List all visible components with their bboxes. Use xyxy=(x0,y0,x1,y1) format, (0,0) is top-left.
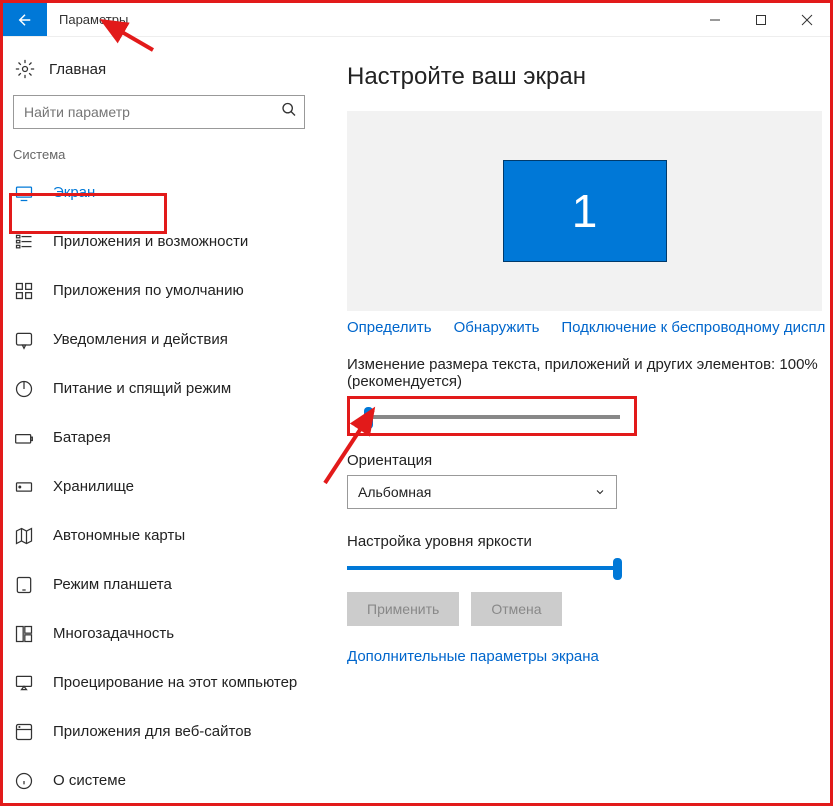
sidebar-item-2[interactable]: Приложения по умолчанию xyxy=(3,266,323,315)
cancel-button[interactable]: Отмена xyxy=(471,592,561,626)
sidebar-item-12[interactable]: О системе xyxy=(3,756,323,805)
sidebar-item-label: Экран xyxy=(53,184,95,201)
minimize-button[interactable] xyxy=(692,3,738,36)
main-panel: Настройте ваш экран 1 Определить Обнаруж… xyxy=(323,37,830,803)
brightness-label: Настройка уровня яркости xyxy=(347,533,822,550)
sidebar-item-11[interactable]: Приложения для веб-сайтов xyxy=(3,707,323,756)
apps-icon xyxy=(13,232,35,252)
back-button[interactable] xyxy=(3,3,47,36)
sidebar-item-label: Автономные карты xyxy=(53,527,185,544)
sidebar-item-label: Режим планшета xyxy=(53,576,172,593)
sidebar-item-label: Приложения по умолчанию xyxy=(53,282,244,299)
notifications-icon xyxy=(13,330,35,350)
sidebar: Главная Система Экран Приложения и возмож… xyxy=(3,37,323,803)
sidebar-item-label: Хранилище xyxy=(53,478,134,495)
search-input[interactable] xyxy=(13,95,305,129)
monitor-number: 1 xyxy=(572,184,598,238)
sidebar-item-0[interactable]: Экран xyxy=(3,168,323,217)
window-title: Параметры xyxy=(47,3,140,36)
brightness-slider-thumb[interactable] xyxy=(613,558,622,580)
sidebar-item-label: О системе xyxy=(53,772,126,789)
maps-icon xyxy=(13,526,35,546)
multitask-icon xyxy=(13,624,35,644)
display-icon xyxy=(13,183,35,203)
advanced-display-link[interactable]: Дополнительные параметры экрана xyxy=(347,648,599,665)
gear-icon xyxy=(13,59,37,79)
page-title: Настройте ваш экран xyxy=(347,63,822,91)
brightness-slider[interactable] xyxy=(347,566,622,570)
sidebar-item-5[interactable]: Батарея xyxy=(3,413,323,462)
sidebar-item-10[interactable]: Проецирование на этот компьютер xyxy=(3,658,323,707)
orientation-dropdown[interactable]: Альбомная xyxy=(347,475,617,509)
display-arrangement[interactable]: 1 xyxy=(347,111,822,311)
sidebar-item-8[interactable]: Режим планшета xyxy=(3,560,323,609)
titlebar: Параметры xyxy=(3,3,830,37)
battery-icon xyxy=(13,428,35,448)
sidebar-item-label: Питание и спящий режим xyxy=(53,380,231,397)
sidebar-item-label: Приложения для веб-сайтов xyxy=(53,723,252,740)
arrow-left-icon xyxy=(16,11,34,29)
power-icon xyxy=(13,379,35,399)
discover-link[interactable]: Обнаружить xyxy=(454,319,540,336)
scale-slider[interactable] xyxy=(364,415,620,419)
home-link[interactable]: Главная xyxy=(3,55,323,95)
tablet-icon xyxy=(13,575,35,595)
monitor-tile-1[interactable]: 1 xyxy=(503,160,667,262)
sidebar-item-label: Уведомления и действия xyxy=(53,331,228,348)
sidebar-item-label: Батарея xyxy=(53,429,111,446)
apply-button[interactable]: Применить xyxy=(347,592,459,626)
section-label: Система xyxy=(3,143,323,168)
sidebar-item-7[interactable]: Автономные карты xyxy=(3,511,323,560)
defaults-icon xyxy=(13,281,35,301)
detect-link[interactable]: Определить xyxy=(347,319,432,336)
search-icon xyxy=(281,102,297,123)
scale-slider-thumb[interactable] xyxy=(364,407,373,429)
project-icon xyxy=(13,673,35,693)
sidebar-item-6[interactable]: Хранилище xyxy=(3,462,323,511)
sidebar-item-4[interactable]: Питание и спящий режим xyxy=(3,364,323,413)
scale-label: Изменение размера текста, приложений и д… xyxy=(347,356,822,390)
sidebar-item-label: Проецирование на этот компьютер xyxy=(53,674,297,691)
sidebar-item-1[interactable]: Приложения и возможности xyxy=(3,217,323,266)
wireless-display-link[interactable]: Подключение к беспроводному диспл xyxy=(561,319,825,336)
about-icon xyxy=(13,771,35,791)
maximize-button[interactable] xyxy=(738,3,784,36)
storage-icon xyxy=(13,477,35,497)
orientation-label: Ориентация xyxy=(347,452,822,469)
chevron-down-icon xyxy=(594,486,606,498)
orientation-value: Альбомная xyxy=(358,484,431,500)
sidebar-item-label: Многозадачность xyxy=(53,625,174,642)
scale-slider-highlight xyxy=(347,396,637,436)
home-label: Главная xyxy=(49,61,106,78)
close-button[interactable] xyxy=(784,3,830,36)
sidebar-item-3[interactable]: Уведомления и действия xyxy=(3,315,323,364)
sidebar-item-9[interactable]: Многозадачность xyxy=(3,609,323,658)
webapps-icon xyxy=(13,722,35,742)
sidebar-item-label: Приложения и возможности xyxy=(53,233,248,250)
